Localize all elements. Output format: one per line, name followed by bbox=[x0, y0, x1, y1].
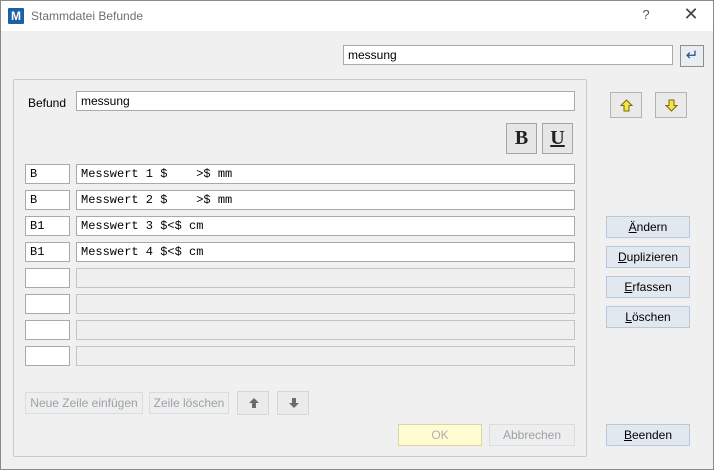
row-text-input[interactable] bbox=[76, 216, 575, 236]
aendern-button[interactable]: Ändern bbox=[606, 216, 690, 238]
help-button[interactable]: ? bbox=[639, 7, 653, 25]
row-text-input[interactable] bbox=[76, 164, 575, 184]
arrow-down-icon bbox=[289, 398, 299, 408]
arrow-up-icon bbox=[249, 398, 259, 408]
bold-button[interactable]: B bbox=[506, 123, 537, 154]
arrow-up-icon bbox=[620, 99, 633, 112]
row-up-button[interactable] bbox=[237, 391, 269, 415]
neue-zeile-button[interactable]: Neue Zeile einfügen bbox=[25, 392, 143, 414]
underline-button[interactable]: U bbox=[542, 123, 573, 154]
befund-input[interactable] bbox=[76, 91, 575, 111]
title-bar: M Stammdatei Befunde ? ✕ bbox=[1, 1, 713, 31]
row-text-input[interactable] bbox=[76, 346, 575, 366]
row-code-input[interactable] bbox=[25, 268, 70, 288]
row-code-input[interactable] bbox=[25, 164, 70, 184]
zeile-loeschen-button[interactable]: Zeile löschen bbox=[149, 392, 229, 414]
erfassen-button[interactable]: Erfassen bbox=[606, 276, 690, 298]
row-code-input[interactable] bbox=[25, 346, 70, 366]
ok-button[interactable]: OK bbox=[398, 424, 482, 446]
beenden-button[interactable]: Beenden bbox=[606, 424, 690, 446]
enter-button[interactable]: ↵ bbox=[680, 45, 704, 67]
window-title: Stammdatei Befunde bbox=[31, 9, 144, 23]
row-text-input[interactable] bbox=[76, 320, 575, 340]
move-down-button[interactable] bbox=[655, 92, 687, 118]
row-text-input[interactable] bbox=[76, 268, 575, 288]
row-down-button[interactable] bbox=[277, 391, 309, 415]
close-button[interactable]: ✕ bbox=[681, 4, 701, 26]
row-text-input[interactable] bbox=[76, 242, 575, 262]
move-up-button[interactable] bbox=[610, 92, 642, 118]
app-icon: M bbox=[8, 8, 24, 24]
dialog-window: M Stammdatei Befunde ? ✕ ↵ Befund B U Ne… bbox=[0, 0, 714, 470]
row-text-input[interactable] bbox=[76, 294, 575, 314]
enter-icon: ↵ bbox=[685, 47, 699, 64]
loeschen-button[interactable]: Löschen bbox=[606, 306, 690, 328]
abbrechen-button[interactable]: Abbrechen bbox=[489, 424, 575, 446]
row-code-input[interactable] bbox=[25, 190, 70, 210]
row-code-input[interactable] bbox=[25, 294, 70, 314]
row-code-input[interactable] bbox=[25, 216, 70, 236]
search-input[interactable] bbox=[343, 45, 673, 65]
row-text-input[interactable] bbox=[76, 190, 575, 210]
duplizieren-button[interactable]: Duplizieren bbox=[606, 246, 690, 268]
arrow-down-icon bbox=[665, 99, 678, 112]
row-code-input[interactable] bbox=[25, 242, 70, 262]
row-code-input[interactable] bbox=[25, 320, 70, 340]
befund-label: Befund bbox=[28, 96, 67, 110]
